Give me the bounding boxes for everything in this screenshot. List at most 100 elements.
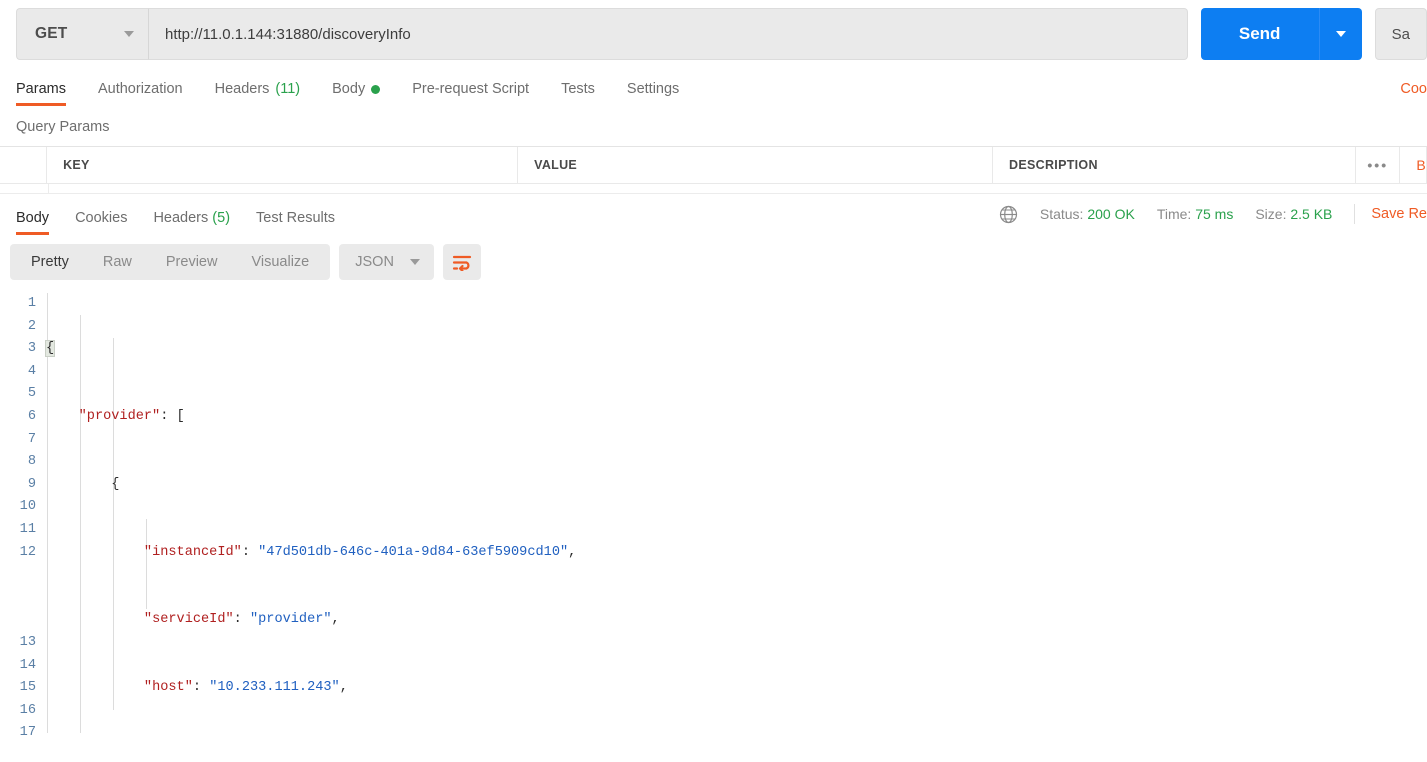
line-number: 11 — [19, 521, 36, 537]
tab-authorization-label: Authorization — [97, 81, 183, 97]
time-badge: Time: 75 ms — [1157, 206, 1234, 222]
code-line-5: "serviceId": "provider", — [143, 612, 340, 628]
tab-pre-request-script-label: Pre-request Script — [412, 81, 530, 97]
tab-headers-label: Headers — [214, 81, 270, 97]
tab-authorization[interactable]: Authorization — [98, 81, 183, 106]
line-number: 14 — [19, 657, 36, 673]
line-number: 3 — [27, 341, 36, 357]
status-label: Status: — [1039, 206, 1084, 222]
line-number: 8 — [27, 454, 36, 470]
save-response-button[interactable]: Save Re — [1371, 206, 1427, 222]
tab-tests-label: Tests — [561, 81, 595, 97]
params-column-value: VALUE — [518, 147, 994, 183]
line-number: 6 — [27, 408, 36, 424]
chevron-down-icon — [124, 31, 134, 37]
tab-params[interactable]: Params — [16, 81, 66, 106]
ellipsis-icon: ••• — [1367, 157, 1389, 173]
url-input[interactable]: http://11.0.1.144:31880/discoveryInfo — [148, 8, 1188, 60]
line-number: 17 — [19, 725, 36, 741]
size-label: Size: — [1255, 206, 1287, 222]
response-tab-body[interactable]: Body — [16, 210, 50, 235]
matching-brace: { — [44, 340, 56, 358]
tab-settings-label: Settings — [626, 81, 680, 97]
status-value: 200 OK — [1087, 206, 1135, 222]
divider — [1354, 204, 1356, 224]
word-wrap-toggle-button[interactable] — [442, 244, 481, 280]
code-line-4: "instanceId": "47d501db-646c-401a-9d84-6… — [143, 544, 577, 560]
line-number: 9 — [27, 476, 36, 492]
tab-body[interactable]: Body — [332, 81, 381, 106]
params-column-description: DESCRIPTION — [993, 147, 1357, 183]
line-number: 10 — [19, 499, 36, 515]
params-column-key: KEY — [47, 147, 519, 183]
code-line-3: { — [111, 476, 120, 492]
request-tabs: Params Authorization Headers (11) Body P… — [16, 68, 711, 106]
globe-icon — [999, 205, 1018, 224]
query-params-header-row: KEY VALUE DESCRIPTION ••• B — [0, 146, 1427, 184]
time-value: 75 ms — [1195, 206, 1234, 222]
send-button-group: Send — [1200, 8, 1362, 60]
response-tab-cookies[interactable]: Cookies — [75, 210, 127, 235]
response-view-toolbar: Pretty Raw Preview Visualize JSON — [0, 235, 1427, 289]
send-button[interactable]: Send — [1200, 8, 1319, 60]
view-mode-pretty[interactable]: Pretty — [14, 244, 86, 280]
view-mode-raw[interactable]: Raw — [86, 244, 149, 280]
tab-tests[interactable]: Tests — [561, 81, 595, 106]
code-line-6: "host": "10.233.111.243", — [143, 680, 348, 696]
response-tab-test-results[interactable]: Test Results — [256, 210, 335, 235]
response-tabs-bar: Body Cookies Headers (5) Test Results St… — [0, 195, 1427, 235]
chevron-down-icon — [409, 259, 420, 265]
line-number: 16 — [19, 702, 36, 718]
status-badge: Status: 200 OK — [1040, 206, 1135, 222]
tab-headers[interactable]: Headers (11) — [215, 81, 301, 106]
response-body-code-viewer[interactable]: 1 2 3 4 5 6 7 8 9 10 11 12 13 14 15 16 1… — [0, 289, 1427, 748]
send-options-dropdown[interactable] — [1318, 8, 1362, 60]
line-number: 5 — [27, 386, 36, 402]
save-button[interactable]: Sa — [1374, 8, 1427, 60]
line-number: 1 — [27, 296, 36, 311]
response-tabs: Body Cookies Headers (5) Test Results — [8, 195, 361, 235]
tab-pre-request-script[interactable]: Pre-request Script — [412, 81, 529, 106]
response-format-label: JSON — [355, 254, 394, 270]
view-mode-visualize[interactable]: Visualize — [234, 244, 326, 280]
code-line-7: "port": 8091, — [46, 745, 1427, 749]
request-tabs-bar: Params Authorization Headers (11) Body P… — [0, 68, 1427, 106]
query-params-empty-row[interactable] — [0, 184, 1427, 194]
params-select-all-cell[interactable] — [0, 147, 48, 183]
line-number: 13 — [19, 634, 36, 650]
json-code-content[interactable]: { "provider": [ { "instanceId": "47d501d… — [44, 293, 1427, 749]
size-badge: Size: 2.5 KB — [1255, 206, 1332, 222]
cookies-link[interactable]: Coo — [1400, 81, 1427, 106]
chevron-down-icon — [1335, 31, 1346, 37]
body-present-dot-icon — [371, 84, 381, 94]
size-value: 2.5 KB — [1290, 206, 1333, 222]
line-number: 2 — [27, 318, 36, 334]
tab-headers-count: (11) — [275, 81, 301, 97]
response-tab-headers-count: (5) — [212, 210, 231, 226]
query-params-title: Query Params — [16, 119, 110, 135]
code-line-2: "provider": [ — [78, 408, 185, 424]
request-url-bar: GET http://11.0.1.144:31880/discoveryInf… — [0, 0, 1427, 60]
params-bulk-edit-link[interactable]: B — [1400, 147, 1427, 183]
line-number: 18 — [0, 745, 36, 749]
view-mode-preview[interactable]: Preview — [149, 244, 235, 280]
line-number: 12 — [19, 544, 36, 560]
word-wrap-icon — [452, 255, 472, 271]
response-tab-headers[interactable]: Headers (5) — [153, 210, 230, 235]
response-view-mode-group: Pretty Raw Preview Visualize — [10, 244, 331, 280]
response-tab-headers-label: Headers — [153, 210, 209, 226]
response-status-meta: Status: 200 OK Time: 75 ms Size: 2.5 KB … — [999, 204, 1427, 226]
tab-params-label: Params — [16, 81, 66, 97]
code-line-1: { — [44, 338, 1427, 361]
tab-body-label: Body — [332, 81, 366, 97]
tab-settings[interactable]: Settings — [627, 81, 679, 106]
http-method-label: GET — [35, 25, 68, 42]
params-more-options-button[interactable]: ••• — [1356, 147, 1401, 183]
time-label: Time: — [1156, 206, 1192, 222]
line-number-gutter: 1 2 3 4 5 6 7 8 9 10 11 12 13 14 15 16 1… — [0, 293, 46, 748]
response-format-dropdown[interactable]: JSON — [339, 244, 434, 280]
line-number: 4 — [27, 363, 36, 379]
line-number: 7 — [27, 431, 36, 447]
line-number: 15 — [19, 680, 36, 696]
http-method-dropdown[interactable]: GET — [16, 8, 148, 60]
